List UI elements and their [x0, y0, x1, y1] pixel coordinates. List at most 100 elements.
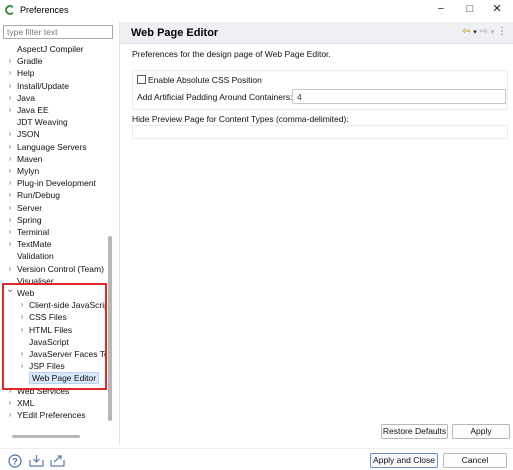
- tree-item[interactable]: › Gradle: [0, 55, 106, 67]
- forward-arrow-icon[interactable]: ⇨: [480, 26, 488, 37]
- tree-item[interactable]: › HTML Files: [0, 324, 106, 336]
- chevron-right-icon[interactable]: ›: [18, 299, 26, 311]
- tree-item[interactable]: › Web Services: [0, 385, 106, 397]
- tree-item[interactable]: › CSS Files: [0, 311, 106, 323]
- tree-item[interactable]: › Run/Debug: [0, 189, 106, 201]
- tree-item-label: Server: [17, 202, 43, 213]
- chevron-right-icon[interactable]: ›: [6, 177, 14, 189]
- chevron-right-icon[interactable]: ›: [6, 67, 14, 79]
- preferences-tree: AspectJ Compiler › Gradle › Help › Install/Upd…: [0, 43, 106, 435]
- chevron-right-icon[interactable]: ›: [6, 214, 14, 226]
- tree-item[interactable]: › JSON: [0, 128, 106, 140]
- tree-item-label: JavaScript: [29, 336, 69, 347]
- tree-item[interactable]: › TextMate: [0, 238, 106, 250]
- chevron-right-icon[interactable]: ›: [6, 165, 14, 177]
- cancel-button[interactable]: Cancel: [443, 453, 507, 468]
- chevron-right-icon[interactable]: ›: [6, 409, 14, 421]
- tree-item-label: Client-side JavaScript: [29, 300, 106, 311]
- chevron-right-icon[interactable]: ›: [6, 189, 14, 201]
- tree-item[interactable]: › Java: [0, 92, 106, 104]
- chevron-right-icon[interactable]: ›: [18, 324, 26, 336]
- apply-button[interactable]: Apply: [452, 424, 510, 439]
- tree-item[interactable]: › Language Servers: [0, 141, 106, 153]
- chevron-right-icon[interactable]: ›: [18, 311, 26, 323]
- tree-item[interactable]: › Mylyn: [0, 165, 106, 177]
- chevron-right-icon[interactable]: ›: [6, 263, 14, 275]
- tree-vertical-scrollbar[interactable]: [108, 236, 112, 421]
- tree-item[interactable]: › Plug-in Development: [0, 177, 106, 189]
- chevron-right-icon[interactable]: ›: [18, 360, 26, 372]
- hide-preview-input[interactable]: [132, 125, 508, 139]
- tree-item-label: TextMate: [17, 239, 52, 250]
- chevron-right-icon[interactable]: ›: [6, 128, 14, 140]
- chevron-right-icon[interactable]: ›: [6, 226, 14, 238]
- chevron-down-icon[interactable]: ⌄: [6, 284, 14, 296]
- absolute-css-label[interactable]: Enable Absolute CSS Position: [148, 75, 262, 85]
- chevron-right-icon[interactable]: ›: [6, 238, 14, 250]
- chevron-right-icon[interactable]: ›: [6, 153, 14, 165]
- tree-item[interactable]: › Server: [0, 202, 106, 214]
- back-menu-icon[interactable]: ▾: [473, 29, 477, 36]
- tree-item[interactable]: › Help: [0, 67, 106, 79]
- tree-item-label: Spring: [17, 214, 42, 225]
- tree-item[interactable]: JDT Weaving: [0, 116, 106, 128]
- tree-item-label: HTML Files: [29, 324, 73, 335]
- apply-and-close-button[interactable]: Apply and Close: [370, 453, 438, 468]
- chevron-right-icon[interactable]: ›: [6, 141, 14, 153]
- tree-item-label: YEdit Preferences: [17, 410, 86, 420]
- absolute-css-checkbox[interactable]: [137, 75, 146, 84]
- tree-item-label: Version Control (Team): [17, 263, 104, 274]
- tree-item[interactable]: › Version Control (Team): [0, 263, 106, 275]
- tree-item-label: Language Servers: [17, 141, 87, 152]
- tree-item[interactable]: › Maven: [0, 153, 106, 165]
- page-description: Preferences for the design page of Web P…: [132, 49, 331, 59]
- tree-item-label: Maven: [17, 153, 43, 164]
- chevron-right-icon[interactable]: ›: [6, 80, 14, 92]
- close-button[interactable]: ✕: [484, 0, 510, 20]
- padding-input[interactable]: [292, 89, 506, 104]
- chevron-right-icon[interactable]: ›: [18, 348, 26, 360]
- tree-item[interactable]: › Client-side JavaScript: [0, 299, 106, 311]
- chevron-right-icon[interactable]: ›: [6, 55, 14, 67]
- chevron-right-icon[interactable]: ›: [6, 92, 14, 104]
- pane-divider[interactable]: [119, 22, 120, 445]
- back-arrow-icon[interactable]: ⇦: [462, 26, 470, 37]
- page-header: Web Page Editor ⇦ ▾ ⇨ ▾ ⋮: [120, 22, 513, 44]
- tree-item-label: Run/Debug: [17, 190, 61, 201]
- minimize-button[interactable]: −: [428, 0, 454, 20]
- tree-item[interactable]: › XML: [0, 397, 106, 409]
- tree-item-label: Web: [17, 288, 35, 298]
- restore-defaults-button[interactable]: Restore Defaults: [381, 424, 448, 439]
- tree-item[interactable]: › Java EE: [0, 104, 106, 116]
- chevron-right-icon[interactable]: ›: [6, 385, 14, 397]
- chevron-right-icon[interactable]: ›: [6, 104, 14, 116]
- eclipse-app-icon: [5, 5, 15, 15]
- padding-label: Add Artificial Padding Around Containers…: [137, 92, 293, 102]
- import-icon[interactable]: [29, 454, 44, 467]
- tree-item[interactable]: › Install/Update: [0, 80, 106, 92]
- tree-item-label: Terminal: [17, 227, 50, 237]
- tree-item[interactable]: › JSP Files: [0, 360, 106, 372]
- tree-item[interactable]: › Spring: [0, 214, 106, 226]
- tree-horizontal-scrollbar[interactable]: [12, 435, 80, 438]
- tree-item[interactable]: › Terminal: [0, 226, 106, 238]
- hide-preview-label: Hide Preview Page for Content Types (com…: [132, 114, 349, 124]
- tree-item-label: XML: [17, 397, 35, 408]
- tree-item[interactable]: Validation: [0, 250, 106, 262]
- chevron-right-icon[interactable]: ›: [6, 202, 14, 214]
- filter-input[interactable]: [3, 25, 113, 39]
- tree-item[interactable]: ⌄ Web: [0, 284, 106, 299]
- forward-menu-icon[interactable]: ▾: [491, 29, 495, 36]
- tree-item[interactable]: AspectJ Compiler: [0, 43, 106, 55]
- help-icon[interactable]: ?: [8, 454, 22, 468]
- tree-item[interactable]: Web Page Editor: [0, 372, 106, 385]
- tree-item-label: Mylyn: [17, 166, 40, 176]
- view-menu-icon[interactable]: ⋮: [497, 26, 507, 37]
- tree-item[interactable]: › YEdit Preferences: [0, 409, 106, 421]
- chevron-right-icon[interactable]: ›: [6, 397, 14, 409]
- export-icon[interactable]: [50, 454, 65, 467]
- tree-item[interactable]: JavaScript: [0, 336, 106, 348]
- tree-item[interactable]: Visualiser: [0, 275, 106, 287]
- maximize-button[interactable]: □: [457, 0, 483, 20]
- tree-item[interactable]: ›JavaServer Faces Tools: [0, 348, 106, 360]
